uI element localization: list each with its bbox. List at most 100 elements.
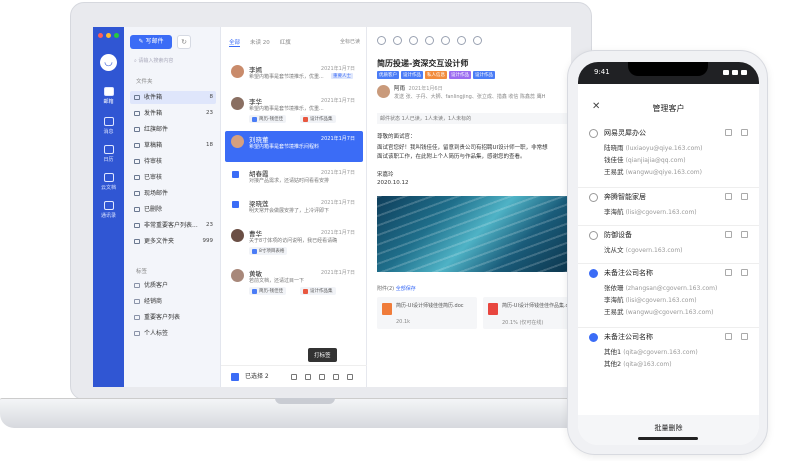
delete-icon[interactable] [347,374,353,380]
mail-row[interactable]: 黄敏 2021年1月7日 若前文档，还请过目一下 简历-钱佳佳 设计作品集 [225,265,363,296]
rail-mail[interactable]: 邮箱 [93,87,124,105]
folder-inbox[interactable]: 收件箱 8 [130,91,216,104]
page-title: 管理客户 [652,104,685,113]
save-all-link[interactable]: 全部保存 [396,286,416,292]
folder-flagged[interactable]: 红旗邮件 [130,123,216,136]
doc-icon [382,303,392,315]
attachment-chip[interactable]: 设计作品集 [300,115,336,123]
attachment-chip[interactable]: 8寸项目表格 [249,247,288,255]
mail-tags: 优质客户 设计作品 私人信息 设计作品 设计作品 [377,71,495,79]
delete-icon[interactable] [741,193,748,200]
reader-toolbar [377,36,482,45]
delete-icon[interactable] [741,129,748,136]
tab-unread[interactable]: 未读 20 [250,38,270,47]
read-status-bar: 邮件状态 1人已读，1人未读，1人未标的 [377,113,571,124]
more-icon[interactable] [473,36,482,45]
checkbox-checked[interactable] [232,201,239,208]
tag-icon[interactable] [441,36,450,45]
group-radio-checked[interactable] [589,269,598,278]
rail-contacts[interactable]: 通讯录 [93,201,124,219]
mail-row[interactable]: 胡春霞 2021年1月7日 对接产品需求，还请姑时间看看安排 [225,165,363,196]
client-group[interactable]: 网易灵犀办公 陆晓雨 (luxiaoyu@qiye.163.com) 钱佳佳 (… [578,124,759,188]
folder-pending-review[interactable]: 待审核 [130,155,216,168]
tag-icon [134,331,140,336]
forward-icon[interactable] [409,36,418,45]
laptop-notch [275,398,335,404]
mail-tag[interactable]: 设计作品 [473,71,495,79]
edit-icon[interactable] [725,269,732,276]
folder-sent[interactable]: 发件箱 23 [130,107,216,120]
folder-more[interactable]: 更多文件夹 999 [130,235,216,248]
tab-flagged[interactable]: 红旗 [280,38,291,47]
rail-message[interactable]: 消息 [93,117,124,135]
delete-icon[interactable] [741,269,748,276]
folder-search-input[interactable]: ⌕ 请输入搜索内容 [130,55,214,67]
mail-tag[interactable]: 设计作品 [449,71,471,79]
edit-icon[interactable] [725,333,732,340]
attachment-chip[interactable]: 设计作品集 [300,287,336,295]
mark-all-read-button[interactable]: 全标已读 [340,38,360,45]
mail-tag[interactable]: 私人信息 [425,71,447,79]
group-radio-checked[interactable] [589,333,598,342]
send-icon [134,111,140,116]
attachment-chip[interactable]: 简历-钱佳佳 [249,115,287,123]
pdf-icon [303,288,308,294]
tag-quality-clients[interactable]: 优质客户 [130,279,216,292]
folder-reviewed[interactable]: 已审核 [130,171,216,184]
refresh-icon[interactable]: ↻ [177,35,191,49]
edit-icon[interactable] [725,231,732,238]
mail-row-selected[interactable]: 刘晓董 2021年1月7日 希望内箱事是套节境推乐间程料 [225,131,363,162]
tag-important-clients[interactable]: 重要客户列表 [130,311,216,324]
client-group[interactable]: 未备注公司名称 其他1 (qita@cgovern.163.com) 其他2 (… [578,328,759,380]
tag-dealers[interactable]: 经销商 [130,295,216,308]
group-radio[interactable] [589,193,598,202]
mail-row[interactable]: 李华 2021年1月7日 希望内箱事是套节境推乐，优重... 简历-钱佳佳 设计… [225,93,363,124]
battery-icon [741,70,747,75]
list-tabs: 全部 未读 20 红旗 [229,38,291,47]
app-rail: ◡ 邮箱 消息 日历 云文档 通讯录 [93,27,124,387]
tab-all[interactable]: 全部 [229,38,241,47]
attachment-chip[interactable]: 简历-钱佳佳 [249,287,287,295]
flag-icon[interactable] [305,374,311,380]
folder-deleted[interactable]: 已删除 [130,203,216,216]
delete-icon[interactable] [741,333,748,340]
client-group[interactable]: 奔腾智能家居 李海航 (lisi@cgovern.163.com) [578,188,759,226]
client-group[interactable]: 未备注公司名称 张依珊 (zhangsan@cgovern.163.com) 李… [578,264,759,328]
mail-tag[interactable]: 优质客户 [377,71,399,79]
compose-button[interactable]: ✎ 写邮件 [130,35,172,49]
mail-row[interactable]: 曹华 2021年1月7日 关于8寸体项的访问说明，我已经看请确 8寸项目表格 [225,225,363,256]
attachment-card[interactable]: 简历-UI设计师钱佳佳作品集.doc 20.1% (仅可在线) [483,297,571,329]
close-dot[interactable] [98,33,103,38]
reply-all-icon[interactable] [393,36,402,45]
mail-tag[interactable]: 设计作品 [401,71,423,79]
reply-icon[interactable] [377,36,386,45]
folder-onsite[interactable]: 现场邮件 [130,187,216,200]
mail-row[interactable]: 梁晓莲 2021年1月7日 明天常开会做展安排了，上冷评即下 [225,195,363,226]
doc-icon [252,248,257,254]
delete-icon[interactable] [457,36,466,45]
maximize-dot[interactable] [114,33,119,38]
group-radio[interactable] [589,231,598,240]
mail-row[interactable]: 李嫣 2021年1月7日 希望内箱事是套节境推乐，优重... 重要人士 [225,61,363,92]
folder-drafts[interactable]: 草稿箱 18 [130,139,216,152]
tag-icon[interactable] [319,374,325,380]
edit-icon[interactable] [725,129,732,136]
batch-delete-button[interactable]: 批量删除 [578,415,759,445]
checkbox-checked[interactable] [232,171,239,178]
flag-icon[interactable] [425,36,434,45]
delete-icon[interactable] [741,231,748,238]
mark-read-icon[interactable] [291,374,297,380]
attachment-card[interactable]: 简历-UI设计师钱佳佳简历.doc 20.1k [377,297,477,329]
select-all-checkbox[interactable] [231,373,239,381]
tag-personal[interactable]: 个人标签 [130,327,216,340]
rail-cloud-docs[interactable]: 云文档 [93,173,124,191]
client-group[interactable]: 防御设备 沈从文 (cgovern.163.com) [578,226,759,264]
folder-important-clients[interactable]: 非常重要客户列表... 23 [130,219,216,232]
edit-icon[interactable] [725,193,732,200]
minimize-dot[interactable] [106,33,111,38]
group-radio[interactable] [589,129,598,138]
bulk-action-icons [291,374,353,380]
sender-line: 阿雨 2021年1月6日 [394,86,443,92]
move-icon[interactable] [333,374,339,380]
rail-calendar[interactable]: 日历 [93,145,124,163]
